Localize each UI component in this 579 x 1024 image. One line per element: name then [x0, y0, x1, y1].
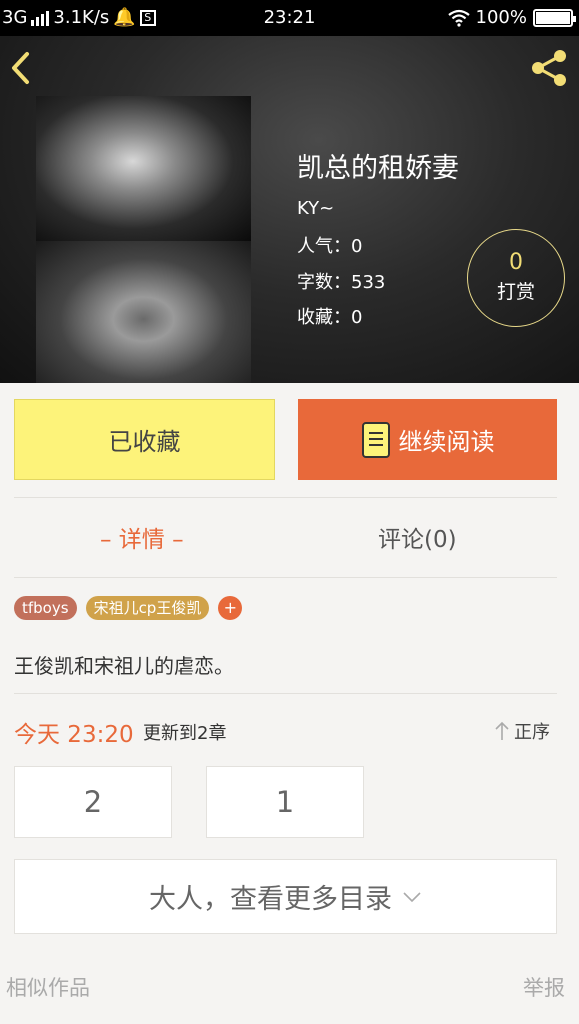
tag-list: tfboys 宋祖儿cp王俊凯 +: [14, 596, 243, 620]
reward-button[interactable]: 0 打赏: [467, 229, 565, 327]
divider: [14, 577, 557, 578]
book-author[interactable]: KY~: [297, 198, 334, 219]
wordcount-label: 字数：: [297, 272, 351, 293]
collected-label: 已收藏: [108, 428, 181, 456]
continue-reading-button[interactable]: 继续阅读: [298, 399, 557, 480]
tab-detail[interactable]: – 详情 –: [100, 520, 184, 554]
favorites-stat: 收藏：0: [297, 303, 362, 329]
divider: [14, 497, 557, 498]
add-tag-button[interactable]: +: [218, 596, 243, 620]
popularity-stat: 人气：0: [297, 232, 362, 258]
book-description: 王俊凯和宋祖儿的虐恋。: [14, 654, 234, 678]
popularity-label: 人气：: [297, 236, 351, 257]
battery-icon: [533, 8, 576, 27]
wordcount-stat: 字数：533: [297, 268, 385, 294]
share-icon[interactable]: [527, 46, 571, 90]
book-header: 凯总的租娇妻 KY~ 人气：0 字数：533 收藏：0 0 打赏: [0, 36, 579, 383]
favorites-label: 收藏：: [297, 307, 351, 328]
collected-button[interactable]: 已收藏: [14, 399, 275, 480]
battery-percent: 100%: [475, 7, 527, 28]
update-time: 今天 23:20: [14, 722, 134, 748]
chapter-button[interactable]: 2: [14, 766, 172, 838]
back-arrow-icon[interactable]: [6, 48, 36, 88]
chapter-number: 1: [275, 785, 295, 819]
divider: [14, 693, 557, 694]
sort-label: 正序: [514, 722, 550, 743]
update-chapter-info: 更新到2章: [143, 723, 227, 744]
favorites-value: 0: [351, 307, 363, 328]
sort-button[interactable]: 正序: [494, 718, 550, 744]
similar-works-heading: 相似作品: [6, 976, 90, 1000]
cover-photo-bottom: [36, 241, 251, 383]
continue-reading-label: 继续阅读: [398, 428, 495, 456]
tag-item[interactable]: 宋祖儿cp王俊凯: [85, 596, 210, 620]
chapter-button[interactable]: 1: [206, 766, 364, 838]
reward-label: 打赏: [496, 281, 535, 303]
book-title: 凯总的租娇妻: [297, 153, 459, 184]
tag-item[interactable]: tfboys: [14, 596, 77, 620]
book-cover[interactable]: [36, 96, 251, 383]
reward-count: 0: [509, 250, 523, 275]
more-catalog-button[interactable]: 大人，查看更多目录: [14, 859, 557, 934]
wordcount-value: 533: [351, 272, 386, 293]
popularity-value: 0: [351, 236, 363, 257]
arrow-up-icon: [495, 721, 509, 740]
report-link[interactable]: 举报: [523, 972, 565, 1002]
cover-photo-top: [36, 96, 251, 241]
book-icon: [361, 421, 390, 458]
status-bar-right: 100%: [447, 7, 576, 28]
wifi-icon: [447, 9, 470, 27]
chapter-number: 2: [83, 785, 103, 819]
chevron-down-icon: [403, 891, 421, 902]
tab-comments[interactable]: 评论(0): [378, 520, 457, 554]
status-bar: 3G 3.1K/s 🔔 S 23:21 100%: [0, 0, 579, 36]
more-catalog-label: 大人，查看更多目录: [149, 884, 392, 915]
